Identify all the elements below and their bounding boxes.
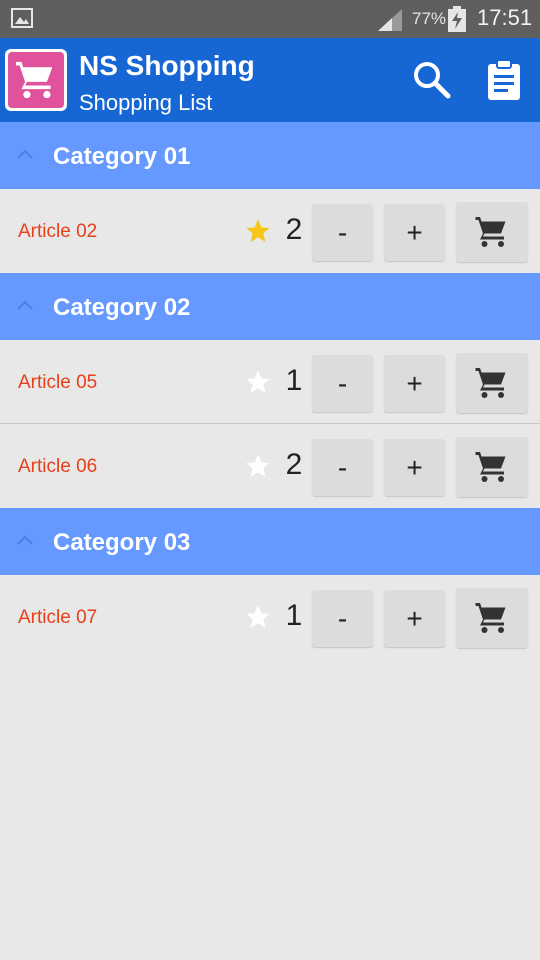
add-to-cart-button[interactable]: [456, 437, 528, 497]
star-filled-icon[interactable]: [243, 217, 273, 245]
decrement-button[interactable]: -: [312, 439, 373, 496]
status-bar: 77% 17:51: [0, 0, 540, 38]
cart-logo-icon: [16, 61, 53, 99]
category-header[interactable]: Category 01: [0, 122, 540, 189]
category-title: Category 03: [53, 529, 191, 556]
chevron-up-icon: [17, 300, 33, 310]
app-title: NS Shopping: [79, 50, 255, 81]
quantity: 1: [285, 364, 303, 397]
cart-icon: [475, 368, 506, 398]
quantity: 2: [285, 448, 303, 481]
category-title: Category 01: [53, 143, 191, 170]
add-to-cart-button[interactable]: [456, 588, 528, 648]
battery-charging-icon: [448, 6, 466, 32]
list-item: Article 05 1 - +: [0, 340, 540, 424]
search-icon[interactable]: [410, 58, 454, 102]
clock: 17:51: [477, 5, 533, 30]
cart-icon: [475, 452, 506, 482]
increment-button[interactable]: +: [384, 355, 445, 412]
signal-icon: [378, 9, 402, 31]
article-name[interactable]: Article 07: [18, 607, 97, 629]
clipboard-icon[interactable]: [484, 58, 524, 102]
category-header[interactable]: Category 03: [0, 508, 540, 575]
add-to-cart-button[interactable]: [456, 353, 528, 413]
increment-button[interactable]: +: [384, 439, 445, 496]
battery-percent: 77%: [412, 9, 447, 28]
app-bar: NS Shopping Shopping List: [0, 38, 540, 122]
star-outline-icon[interactable]: [243, 603, 273, 631]
cart-icon: [475, 603, 506, 633]
quantity: 1: [285, 599, 303, 632]
shopping-list: Category 01 Article 02 2 - + Category 02…: [0, 122, 540, 659]
add-to-cart-button[interactable]: [456, 202, 528, 262]
quantity: 2: [285, 213, 303, 246]
gallery-icon: [11, 8, 33, 28]
cart-icon: [475, 217, 506, 247]
app-logo: [5, 49, 67, 111]
article-name[interactable]: Article 06: [18, 456, 97, 478]
chevron-up-icon: [17, 149, 33, 159]
decrement-button[interactable]: -: [312, 590, 373, 647]
increment-button[interactable]: +: [384, 590, 445, 647]
decrement-button[interactable]: -: [312, 204, 373, 261]
list-item: Article 07 1 - +: [0, 575, 540, 659]
star-outline-icon[interactable]: [243, 452, 273, 480]
category-header[interactable]: Category 02: [0, 273, 540, 340]
app-subtitle: Shopping List: [79, 90, 213, 115]
decrement-button[interactable]: -: [312, 355, 373, 412]
chevron-up-icon: [17, 535, 33, 545]
list-item: Article 02 2 - +: [0, 189, 540, 273]
list-item: Article 06 2 - +: [0, 424, 540, 508]
article-name[interactable]: Article 05: [18, 372, 97, 394]
category-title: Category 02: [53, 294, 191, 321]
star-outline-icon[interactable]: [243, 368, 273, 396]
article-name[interactable]: Article 02: [18, 221, 97, 243]
increment-button[interactable]: +: [384, 204, 445, 261]
